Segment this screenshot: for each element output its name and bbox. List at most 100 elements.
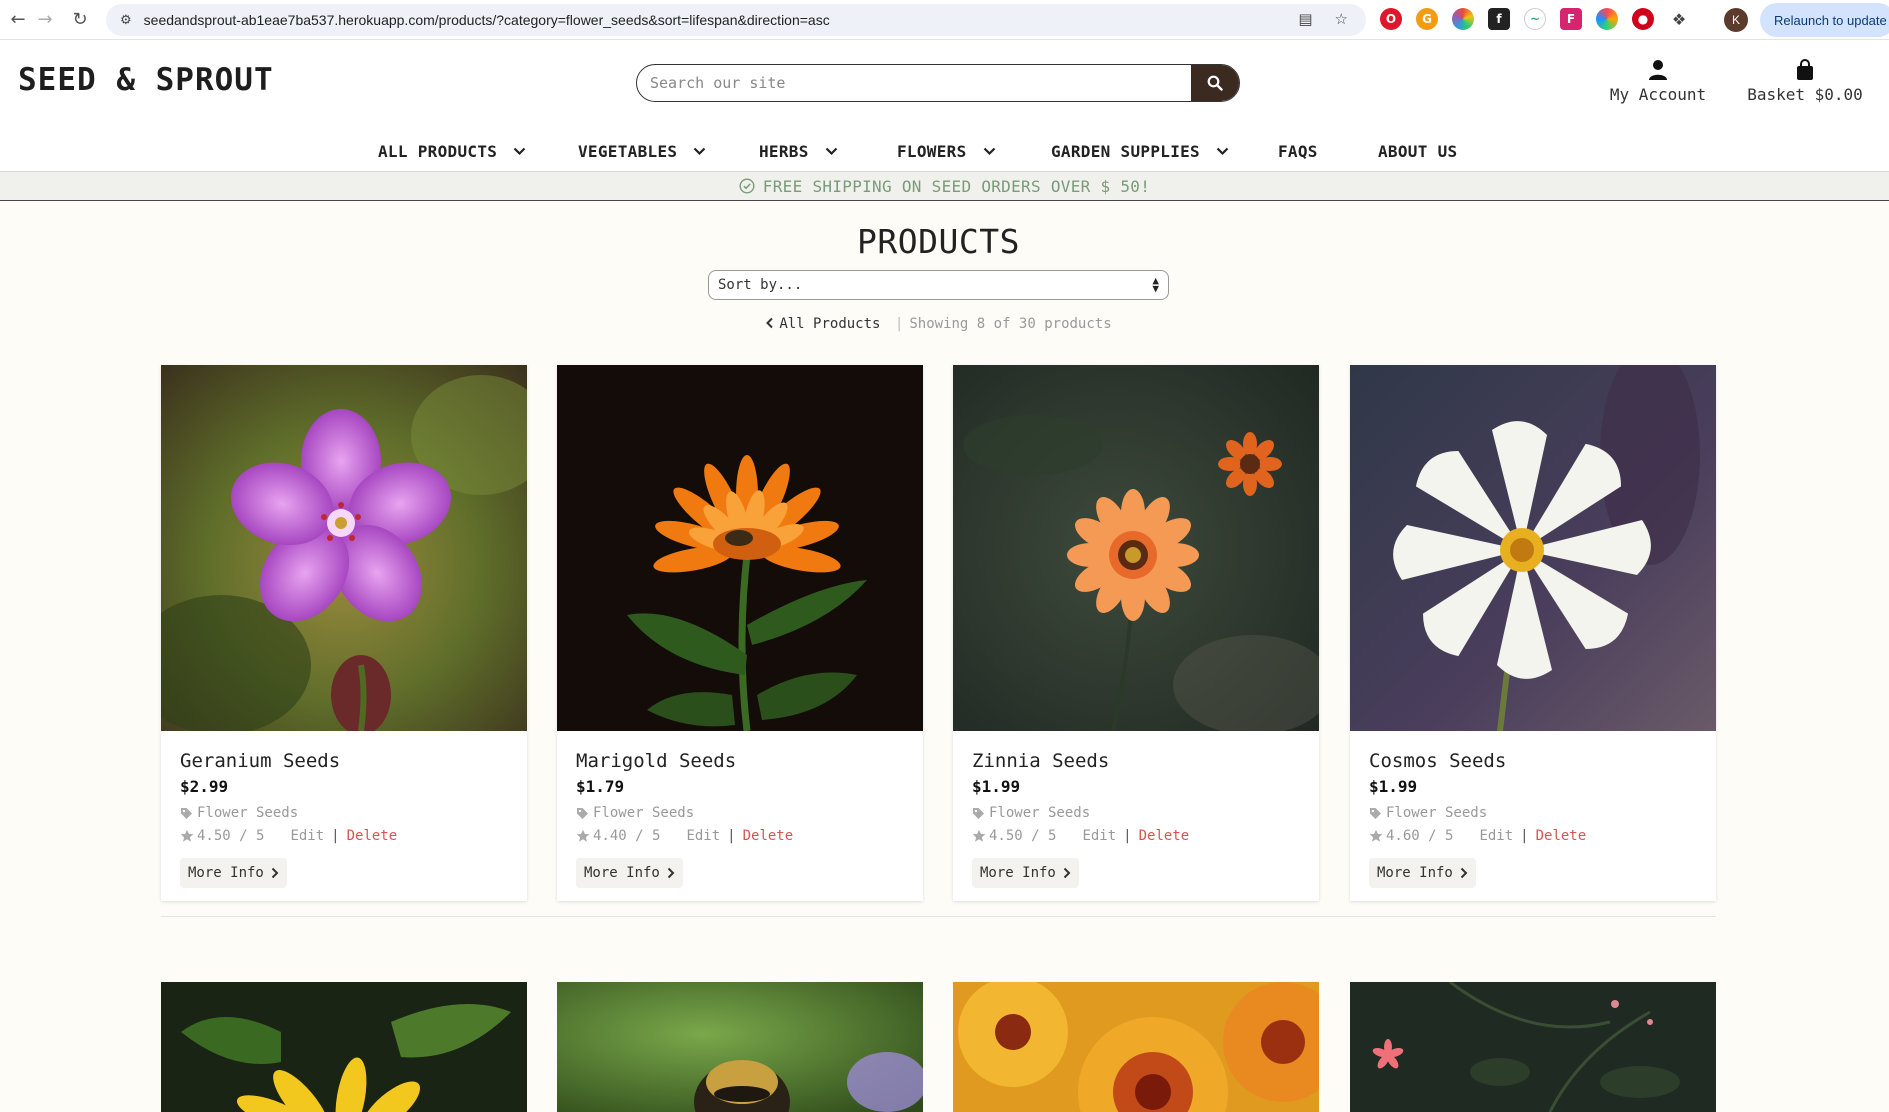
product-meta: 4.50 / 5 Edit | Delete xyxy=(180,828,397,844)
nav-all-products[interactable]: ALL PRODUCTS xyxy=(378,131,526,171)
product-rating: 4.40 / 5 xyxy=(593,828,661,844)
profile-avatar[interactable]: K xyxy=(1724,8,1748,32)
shopping-bag-icon xyxy=(1797,59,1813,80)
chevron-left-icon xyxy=(766,317,774,329)
all-products-label: All Products xyxy=(779,316,881,332)
nav-garden-supplies[interactable]: GARDEN SUPPLIES xyxy=(1051,131,1229,171)
relaunch-button[interactable]: Relaunch to update xyxy=(1760,3,1889,37)
tag-icon xyxy=(181,807,192,819)
forward-icon[interactable]: → xyxy=(27,0,63,40)
product-price: $2.99 xyxy=(180,777,229,796)
delete-link[interactable]: Delete xyxy=(743,828,794,844)
product-price: $1.79 xyxy=(576,777,625,796)
search-button[interactable] xyxy=(1191,65,1239,101)
more-info-button[interactable]: More Info xyxy=(1369,858,1476,888)
chrysanthemum-image[interactable] xyxy=(953,982,1319,1112)
site-info-icon[interactable]: ⚙ xyxy=(120,13,132,28)
edit-link[interactable]: Edit xyxy=(1479,828,1513,844)
nav-herbs[interactable]: HERBS xyxy=(759,131,838,171)
nav-faqs-label: FAQS xyxy=(1278,141,1318,161)
product-name[interactable]: Zinnia Seeds xyxy=(972,750,1109,772)
jasmine-image[interactable] xyxy=(1350,982,1716,1112)
more-info-button[interactable]: More Info xyxy=(180,858,287,888)
site-logo[interactable]: SEED & SPROUT xyxy=(18,62,274,98)
product-card: Zinnia Seeds $1.99 Flower Seeds 4.50 / 5… xyxy=(953,365,1319,901)
rainbow-extension-icon[interactable]: ~ xyxy=(1524,8,1546,30)
meta-separator: | xyxy=(1123,828,1132,844)
tag-icon xyxy=(973,807,984,819)
grammar-extension-icon[interactable]: G xyxy=(1416,8,1438,30)
nav-flowers[interactable]: FLOWERS xyxy=(897,131,996,171)
url-text: seedandsprout-ab1eae7ba537.herokuapp.com… xyxy=(143,12,830,28)
chevron-right-icon xyxy=(1063,867,1071,879)
bee-on-flower-picture xyxy=(557,982,923,1112)
free-shipping-banner: FREE SHIPPING ON SEED ORDERS OVER $ 50! xyxy=(0,172,1889,201)
chevron-down-icon xyxy=(513,147,526,155)
star-icon xyxy=(576,829,590,842)
nav-about-us[interactable]: ABOUT US xyxy=(1378,131,1457,171)
tag-icon xyxy=(577,807,588,819)
more-info-button[interactable]: More Info xyxy=(576,858,683,888)
product-name[interactable]: Marigold Seeds xyxy=(576,750,736,772)
bee-flower-image[interactable] xyxy=(557,982,923,1112)
product-category-label: Flower Seeds xyxy=(989,805,1091,821)
nav-vegetables-label: VEGETABLES xyxy=(578,141,678,161)
bookmark-star-icon[interactable]: ☆ xyxy=(1335,10,1348,28)
nav-faqs[interactable]: FAQS xyxy=(1278,131,1318,171)
font-extension-icon[interactable]: f xyxy=(1488,8,1510,30)
nav-all-products-label: ALL PRODUCTS xyxy=(378,141,498,161)
product-category[interactable]: Flower Seeds xyxy=(972,805,1090,821)
chevron-right-icon xyxy=(271,867,279,879)
color-wheel-extension-icon[interactable] xyxy=(1452,8,1474,30)
sunflower-image[interactable] xyxy=(161,982,527,1112)
nav-vegetables[interactable]: VEGETABLES xyxy=(578,131,706,171)
basket-link[interactable]: Basket $0.00 xyxy=(1745,58,1865,104)
edit-link[interactable]: Edit xyxy=(686,828,720,844)
palette-extension-icon[interactable] xyxy=(1596,8,1618,30)
more-info-button[interactable]: More Info xyxy=(972,858,1079,888)
zinnia-image[interactable] xyxy=(953,365,1319,731)
chevron-down-icon xyxy=(825,147,837,155)
meta-separator: | xyxy=(331,828,340,844)
search-input[interactable] xyxy=(637,65,1193,101)
product-category[interactable]: Flower Seeds xyxy=(576,805,694,821)
tab-search-icon[interactable]: ▤ xyxy=(1298,10,1312,28)
orange-chrysanthemum-picture xyxy=(953,982,1319,1112)
geranium-image[interactable] xyxy=(161,365,527,731)
basket-total: Basket $0.00 xyxy=(1747,85,1863,104)
chevron-down-icon xyxy=(1216,147,1229,155)
sort-select[interactable]: Sort by... ▲ ▼ xyxy=(708,270,1169,300)
cosmos-image[interactable] xyxy=(1350,365,1716,731)
main-navigation: ALL PRODUCTS VEGETABLES HERBS FLOWERS GA… xyxy=(0,131,1889,171)
chevron-down-icon xyxy=(694,147,706,155)
cosmos-flower-picture xyxy=(1350,365,1716,731)
address-bar[interactable]: ⚙ seedandsprout-ab1eae7ba537.herokuapp.c… xyxy=(106,4,1366,36)
delete-link[interactable]: Delete xyxy=(1536,828,1587,844)
pink-blossom-picture xyxy=(1350,982,1716,1112)
showing-count: Showing 8 of 30 products xyxy=(909,316,1112,332)
product-breadcrumb: All Products | Showing 8 of 30 products xyxy=(0,316,1877,332)
product-name[interactable]: Geranium Seeds xyxy=(180,750,340,772)
product-category[interactable]: Flower Seeds xyxy=(1369,805,1487,821)
product-name[interactable]: Cosmos Seeds xyxy=(1369,750,1506,772)
extensions-puzzle-icon[interactable]: ❖ xyxy=(1668,8,1690,30)
marigold-image[interactable] xyxy=(557,365,923,731)
reload-icon[interactable]: ↻ xyxy=(62,0,98,40)
page-title: PRODUCTS xyxy=(857,222,1020,261)
my-account-link[interactable]: My Account xyxy=(1608,58,1708,104)
figma-extension-icon[interactable]: F xyxy=(1560,8,1582,30)
star-icon xyxy=(180,829,194,842)
delete-link[interactable]: Delete xyxy=(347,828,398,844)
product-rating: 4.50 / 5 xyxy=(197,828,265,844)
edit-link[interactable]: Edit xyxy=(1082,828,1116,844)
select-arrows-icon: ▲ ▼ xyxy=(1152,274,1159,295)
opera-extension-icon[interactable]: O xyxy=(1380,8,1402,30)
product-card: Geranium Seeds $2.99 Flower Seeds 4.50 /… xyxy=(161,365,527,901)
delete-link[interactable]: Delete xyxy=(1139,828,1190,844)
all-products-link[interactable]: All Products xyxy=(765,316,889,332)
product-rating: 4.50 / 5 xyxy=(989,828,1057,844)
my-account-label: My Account xyxy=(1609,85,1707,104)
product-category[interactable]: Flower Seeds xyxy=(180,805,298,821)
record-extension-icon[interactable]: ● xyxy=(1632,8,1654,30)
edit-link[interactable]: Edit xyxy=(290,828,324,844)
